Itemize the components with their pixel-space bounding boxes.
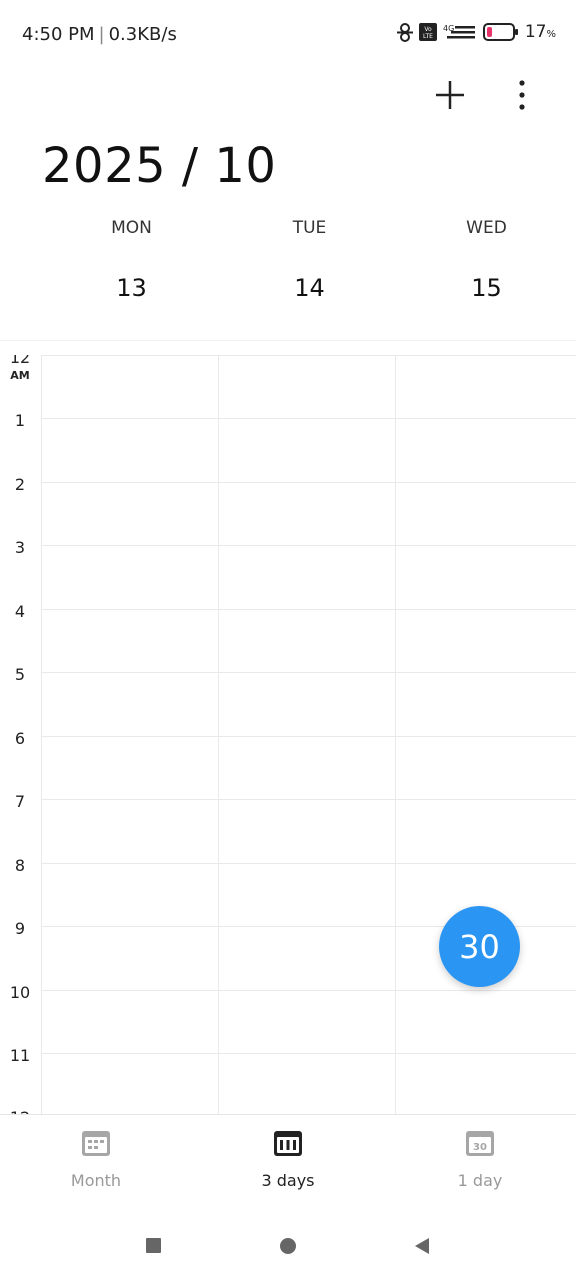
day-header-tue[interactable]: TUE 14 bbox=[221, 218, 398, 302]
day-header-wed[interactable]: WED 15 bbox=[398, 218, 575, 302]
time-grid[interactable]: 12 AM 1 2 3 4 5 6 7 8 9 10 11 12 bbox=[0, 355, 576, 1114]
one-day-icon-text: 30 bbox=[473, 1142, 487, 1153]
battery-percent: 17% bbox=[525, 22, 556, 42]
nav-1-day[interactable]: 30 1 day bbox=[400, 1128, 560, 1190]
grid-hour-line bbox=[41, 799, 576, 800]
grid-hour-line bbox=[41, 609, 576, 610]
battery-value: 17 bbox=[524, 22, 547, 42]
three-days-calendar-icon bbox=[274, 1131, 302, 1156]
month-title[interactable]: 2025 / 10 bbox=[42, 138, 276, 194]
day-number: 14 bbox=[294, 274, 325, 302]
nav-3-days-label: 3 days bbox=[261, 1171, 315, 1190]
grid-hour-line bbox=[41, 1053, 576, 1054]
back-icon[interactable] bbox=[414, 1237, 430, 1255]
grid-column-line bbox=[218, 355, 219, 1114]
svg-text:LTE: LTE bbox=[423, 33, 433, 40]
hour-label: 4 bbox=[14, 602, 26, 621]
day-name: WED bbox=[466, 218, 507, 238]
grid-hour-line bbox=[41, 545, 576, 546]
nav-month-label: Month bbox=[70, 1171, 122, 1190]
signal-4g-icon: 4G bbox=[443, 24, 475, 39]
day-header-mon[interactable]: MON 13 bbox=[43, 218, 220, 302]
svg-text:Vo: Vo bbox=[424, 26, 432, 33]
nav-1-day-label: 1 day bbox=[457, 1171, 503, 1190]
grid-hour-line bbox=[41, 418, 576, 419]
day-number: 15 bbox=[471, 274, 502, 302]
status-bar: 4:50 PM | 0.3KB/s Vo LTE 4G 17% bbox=[0, 0, 576, 70]
grid-column-line bbox=[41, 355, 42, 1114]
status-right: Vo LTE 4G 17% bbox=[396, 22, 556, 42]
sync-icon bbox=[396, 23, 413, 42]
month-calendar-icon bbox=[82, 1131, 110, 1156]
recents-icon[interactable] bbox=[146, 1238, 161, 1253]
today-fab-button[interactable]: 30 bbox=[439, 906, 520, 987]
one-day-calendar-icon: 30 bbox=[466, 1131, 494, 1156]
more-vert-icon bbox=[519, 80, 525, 110]
day-name: MON bbox=[111, 218, 152, 238]
grid-hour-line bbox=[41, 482, 576, 483]
more-options-button[interactable] bbox=[502, 75, 542, 115]
grid-hour-line bbox=[41, 863, 576, 864]
hour-number: 12 bbox=[9, 355, 31, 367]
grid-hour-line bbox=[41, 990, 576, 991]
network-speed: 0.3KB/s bbox=[108, 24, 177, 45]
status-separator: | bbox=[98, 24, 105, 45]
hour-label: 5 bbox=[14, 665, 26, 684]
hour-label: 1 bbox=[14, 411, 26, 430]
hour-label: 7 bbox=[14, 792, 26, 811]
hour-label-12am: 12 AM bbox=[0, 355, 40, 382]
plus-icon bbox=[436, 81, 464, 109]
add-event-button[interactable] bbox=[430, 75, 470, 115]
bottom-nav-divider bbox=[0, 1114, 576, 1115]
am-label: AM bbox=[10, 369, 30, 382]
grid-hour-line bbox=[41, 355, 576, 356]
status-time: 4:50 PM bbox=[22, 24, 95, 45]
day-name: TUE bbox=[292, 218, 327, 238]
header-divider bbox=[0, 340, 576, 341]
hour-label: 9 bbox=[14, 919, 26, 938]
battery-unit: % bbox=[546, 29, 556, 40]
grid-column-line bbox=[395, 355, 396, 1114]
hour-label: 2 bbox=[14, 475, 26, 494]
grid-hour-line bbox=[41, 736, 576, 737]
hour-label: 6 bbox=[14, 729, 26, 748]
day-number: 13 bbox=[116, 274, 147, 302]
nav-month[interactable]: Month bbox=[16, 1128, 176, 1190]
volte-icon: Vo LTE bbox=[418, 23, 437, 41]
grid-hour-line bbox=[41, 672, 576, 673]
nav-3-days[interactable]: 3 days bbox=[208, 1128, 368, 1190]
status-left: 4:50 PM | 0.3KB/s bbox=[22, 24, 177, 45]
hour-label: 3 bbox=[14, 538, 26, 557]
hour-label: 11 bbox=[9, 1046, 31, 1065]
home-icon[interactable] bbox=[279, 1237, 297, 1255]
battery-icon bbox=[482, 23, 518, 41]
hour-label: 10 bbox=[9, 983, 31, 1002]
hour-label: 8 bbox=[14, 856, 26, 875]
